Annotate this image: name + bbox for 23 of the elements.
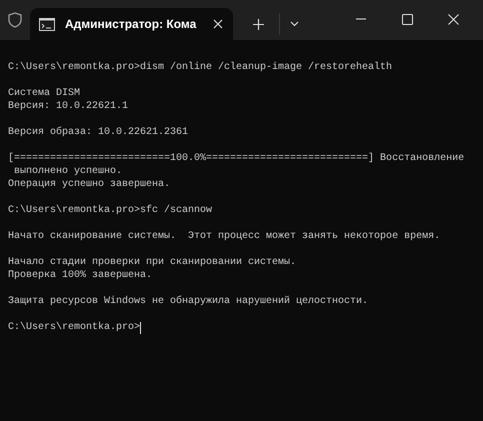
maximize-icon[interactable] (402, 14, 413, 24)
console-line: Операция успешно завершена. (8, 178, 170, 191)
console-line: Начато сканирование системы. Этот процесс может занять некоторое время. (8, 230, 440, 243)
console-line: [==========================100.0%===========================] Восстановление (8, 152, 464, 165)
console-line: Версия образа: 10.0.22621.2361 (8, 126, 188, 139)
console-line: Версия: 10.0.22621.1 (8, 100, 128, 113)
console-line: C:\Users\remontka.pro>sfc /scannow (8, 204, 212, 217)
console-line: Система DISM (8, 87, 80, 100)
console-line: C:\Users\remontka.pro>dism /online /cleanup-image /restorehealth (8, 61, 392, 74)
close-icon[interactable] (448, 14, 459, 24)
console-line: C:\Users\remontka.pro> (8, 321, 140, 334)
console-line: Защита ресурсов Windows не обнаружила нарушений целостности. (8, 295, 368, 308)
console-line: выполнено успешно. (13, 165, 122, 178)
plus-icon[interactable] (253, 18, 264, 30)
console-line: Проверка 100% завершена. (8, 269, 152, 282)
close-icon[interactable] (213, 19, 223, 29)
chevron-down-icon[interactable] (290, 21, 299, 27)
minimize-icon[interactable] (356, 18, 366, 20)
console-line: Начало стадии проверки при сканировании системы. (8, 256, 296, 269)
tab-title: Администратор: Кома (65, 16, 196, 33)
console-icon (39, 18, 55, 30)
terminal-tab[interactable]: Администратор: Кома (30, 8, 233, 40)
shield-icon (8, 12, 22, 28)
